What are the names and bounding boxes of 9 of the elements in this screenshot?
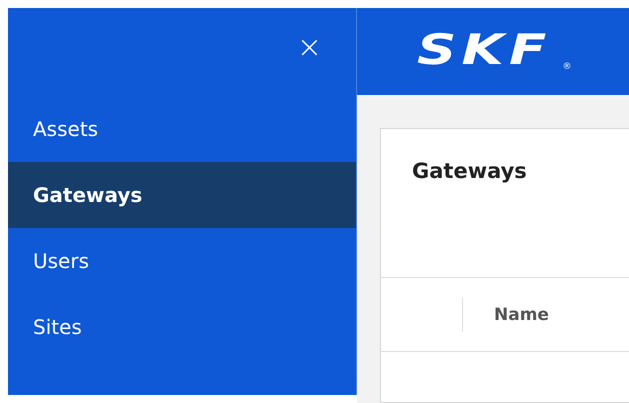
nav-item[interactable]: Sites [8, 294, 356, 360]
card-title: Gateways [411, 158, 528, 185]
registered-mark: ® [562, 62, 572, 72]
nav-item[interactable]: Gateways [8, 162, 356, 228]
logo: SKF [417, 28, 552, 72]
nav-item[interactable]: Assets [8, 96, 356, 162]
close-button[interactable]: × [292, 30, 326, 66]
nav-item[interactable]: Users [8, 228, 356, 294]
column-header[interactable]: Name [463, 304, 549, 324]
